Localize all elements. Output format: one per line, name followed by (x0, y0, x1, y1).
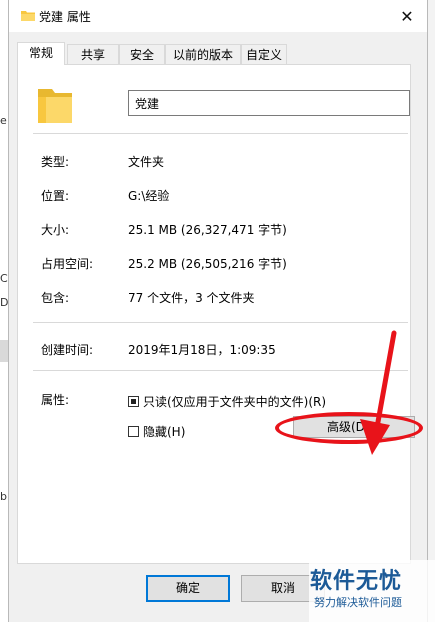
tab-general[interactable]: 常规 (17, 42, 65, 65)
readonly-label[interactable]: 只读(仅应用于文件夹中的文件)(R) (143, 393, 326, 410)
title-bar: 党建 属性 ✕ (9, 0, 427, 32)
tab-sharing[interactable]: 共享 (67, 44, 119, 64)
window-title: 党建 属性 (39, 10, 91, 24)
size-label: 大小: (41, 223, 70, 237)
size-value: 25.1 MB (26,327,471 字节) (128, 223, 287, 237)
contains-label: 包含: (41, 291, 70, 305)
size-on-disk-label: 占用空间: (41, 257, 94, 271)
location-label: 位置: (41, 189, 70, 203)
folder-icon (38, 89, 72, 123)
attributes-label: 属性: (41, 393, 70, 407)
background-text-fragment: b (0, 490, 7, 503)
advanced-button[interactable]: 高级(D)... (293, 416, 415, 438)
folder-name-input[interactable] (128, 90, 410, 116)
readonly-checkbox[interactable] (128, 396, 139, 407)
properties-dialog: 党建 属性 ✕ 常规 共享 安全 以前的版本 自定义 类型: 文件夹 位置: G… (8, 0, 428, 622)
created-label: 创建时间: (41, 343, 94, 357)
annotation-arrow-icon (360, 330, 397, 455)
tab-security[interactable]: 安全 (119, 44, 165, 64)
close-icon: ✕ (400, 6, 414, 26)
tab-customize[interactable]: 自定义 (241, 44, 287, 64)
folder-icon (21, 11, 35, 21)
location-value: G:\经验 (128, 189, 170, 203)
ok-button[interactable]: 确定 (146, 575, 230, 602)
separator (33, 322, 408, 323)
watermark-title: 软件无忧 (310, 569, 403, 594)
size-on-disk-value: 25.2 MB (26,505,216 字节) (128, 257, 287, 271)
background-text-fragment: C (0, 272, 8, 285)
contains-value: 77 个文件，3 个文件夹 (128, 291, 255, 305)
hidden-checkbox[interactable] (128, 426, 139, 437)
close-button[interactable]: ✕ (393, 2, 421, 30)
watermark-subtitle: 努力解决软件问题 (314, 596, 402, 609)
background-text-fragment: e (0, 114, 7, 127)
hidden-label[interactable]: 隐藏(H) (143, 423, 185, 440)
type-value: 文件夹 (128, 155, 165, 169)
general-panel: 类型: 文件夹 位置: G:\经验 大小: 25.1 MB (26,327,47… (17, 64, 423, 564)
separator (33, 370, 408, 371)
created-value: 2019年1月18日，1:09:35 (128, 343, 276, 357)
separator (33, 133, 408, 134)
type-label: 类型: (41, 155, 70, 169)
tab-previous-versions[interactable]: 以前的版本 (165, 44, 241, 64)
